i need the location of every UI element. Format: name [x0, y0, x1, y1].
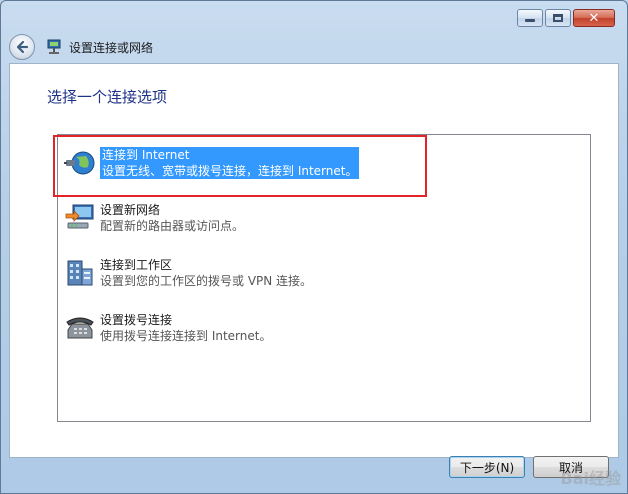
title-bar: 设置连接或网络: [9, 33, 153, 61]
wizard-content: 选择一个连接选项 连接到 Internet 设置无线、宽带或拨号连接，连接到 I…: [9, 63, 619, 458]
option-connect-internet[interactable]: 连接到 Internet 设置无线、宽带或拨号连接，连接到 Internet。: [64, 147, 360, 179]
dialog-window: ✕ 设置连接或网络 选择一个连接选项 连接到 Internet 设置无线、宽带或…: [0, 0, 628, 494]
watermark: Bai经验: [560, 469, 621, 488]
minimize-button[interactable]: [517, 9, 543, 27]
option-description: 配置新的路由器或访问点。: [100, 219, 245, 233]
network-wizard-icon: [47, 39, 61, 54]
caption-buttons: ✕: [517, 9, 615, 27]
back-button[interactable]: [9, 34, 35, 60]
maximize-icon: [553, 14, 563, 22]
close-button[interactable]: ✕: [573, 9, 615, 27]
option-title: 连接到 Internet: [102, 148, 190, 162]
option-title: 连接到工作区: [100, 258, 173, 272]
globe-connect-icon: [64, 151, 95, 175]
window-title: 设置连接或网络: [69, 40, 154, 55]
option-title: 设置拨号连接: [100, 313, 173, 327]
minimize-icon: [525, 19, 535, 22]
option-description: 设置到您的工作区的拨号或 VPN 连接。: [100, 274, 313, 288]
connection-options-list: 连接到 Internet 设置无线、宽带或拨号连接，连接到 Internet。 …: [57, 134, 591, 422]
option-description: 设置无线、宽带或拨号连接，连接到 Internet。: [102, 164, 358, 178]
option-workplace[interactable]: 连接到工作区 设置到您的工作区的拨号或 VPN 连接。: [64, 257, 312, 289]
page-heading: 选择一个连接选项: [47, 88, 168, 106]
next-button[interactable]: 下一步(N): [449, 456, 525, 478]
option-dialup[interactable]: 设置拨号连接 使用拨号连接连接到 Internet。: [64, 312, 271, 344]
maximize-button[interactable]: [545, 9, 571, 27]
dialup-phone-icon: [66, 317, 94, 339]
close-icon: ✕: [588, 10, 600, 26]
option-title: 设置新网络: [100, 203, 161, 217]
workplace-icon: [67, 260, 93, 286]
option-new-network[interactable]: 设置新网络 配置新的路由器或访问点。: [64, 202, 244, 234]
option-description: 使用拨号连接连接到 Internet。: [100, 329, 272, 343]
back-arrow-icon: [16, 40, 29, 54]
new-network-icon: [65, 204, 94, 229]
